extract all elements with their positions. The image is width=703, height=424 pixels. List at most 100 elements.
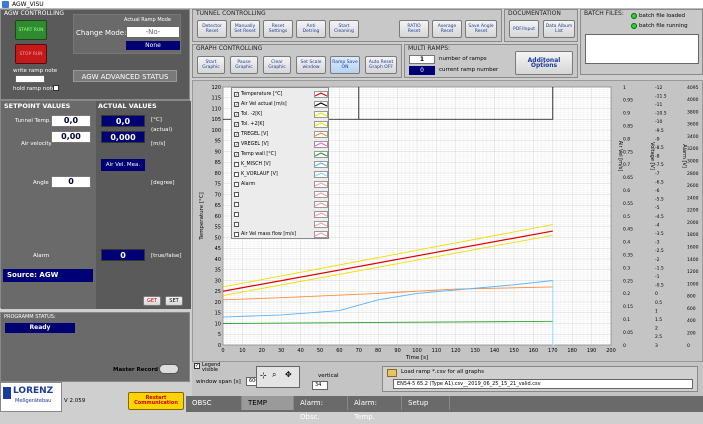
legend-item[interactable]: K_VORLAUF [V] (232, 170, 328, 179)
stop-run-button[interactable]: STOP RUN (15, 44, 47, 64)
master-record-toggle[interactable] (159, 364, 179, 374)
legend-item[interactable]: ✓ Temp wall [°C] (232, 150, 328, 159)
air-vel-axis-tick: 0.6 (623, 188, 630, 194)
hold-ramp-note-checkbox[interactable] (53, 85, 59, 91)
y-tick-label: 75 (215, 182, 221, 188)
air-vel-axis-tick: 0.05 (623, 330, 633, 336)
legend-swatch (314, 91, 328, 98)
ratio-reset-button[interactable]: RATIO Reset (399, 20, 429, 38)
voltage-axis-tick: -6 (655, 188, 660, 194)
angle-label: Angle (33, 180, 49, 186)
batch-file-list[interactable] (585, 34, 699, 64)
folder-icon[interactable] (387, 369, 397, 377)
air-vel-axis-tick: 0.25 (623, 278, 633, 284)
ramp-save-toggle[interactable]: Ramp Save ON (330, 56, 360, 74)
tab-obsc[interactable]: OBSC (186, 396, 242, 410)
legend-item[interactable]: ✓ Tol. -2[K] (232, 110, 328, 119)
angle-input[interactable]: 0 (51, 176, 91, 188)
air-vel-axis-tick: 0.55 (623, 201, 633, 207)
number-of-ramps-input[interactable]: 1 (409, 55, 435, 64)
legend-swatch (314, 191, 328, 198)
legend-checkbox[interactable]: ✓ (234, 152, 239, 157)
legend-item[interactable] (232, 210, 328, 219)
tab-alarm-temp[interactable]: Alarm: Temp. (348, 396, 402, 421)
data-album-list-button[interactable]: Data Album List (543, 20, 575, 38)
legend-item[interactable]: ✓ VREGEL [V] (232, 140, 328, 149)
air-vel-axis-tick: 0.75 (623, 149, 633, 155)
start-cleaning-button[interactable]: Start Cleaning (329, 20, 359, 38)
save-angle-reset-button[interactable]: Save Angle Reset (465, 20, 497, 38)
number-of-ramps-label: number of ramps (439, 56, 487, 62)
legend-item[interactable]: ✓ Temperature [°C] (232, 90, 328, 99)
legend-item[interactable]: ✓ TREGEL [V] (232, 130, 328, 139)
auto-reset-graph-toggle[interactable]: Auto Reset Graph OFF (365, 56, 397, 74)
actual-label: (actual) (151, 127, 173, 133)
legend-checkbox[interactable]: ✓ (234, 122, 239, 127)
legend-item[interactable]: Air Vel mass flow [m/s] (232, 230, 328, 239)
legend-checkbox[interactable] (234, 222, 239, 227)
window-title: AGW_VISU (12, 1, 44, 8)
legend-checkbox[interactable]: ✓ (234, 92, 239, 97)
legend-item[interactable]: K_MISCH [V] (232, 160, 328, 169)
legend-checkbox[interactable] (234, 232, 239, 237)
set-button[interactable]: SET (165, 296, 183, 306)
legend-checkbox[interactable] (234, 182, 239, 187)
air-vel-mea-button[interactable]: Air Vel. Mea. (101, 159, 145, 171)
actual-alarm-display: 0 (101, 249, 145, 261)
advanced-status-button[interactable]: AGW ADVANCED STATUS (73, 70, 177, 82)
window-span-label: window span [s] (196, 379, 241, 385)
legend-checkbox[interactable]: ✓ (234, 142, 239, 147)
legend-item[interactable] (232, 190, 328, 199)
legend-label: Tol. -2[K] (241, 112, 263, 117)
legend-checkbox[interactable] (234, 192, 239, 197)
write-ramp-note-label: write ramp note (13, 68, 58, 74)
pause-graphic-button[interactable]: Pause Graphic (230, 56, 258, 74)
legend-visible-checkbox[interactable]: ✓ (194, 363, 200, 369)
start-run-button[interactable]: START RUN (15, 20, 47, 40)
legend-item[interactable] (232, 200, 328, 209)
ramp-file-path[interactable]: EN54-5 65.2 (Type A1).csv__2019_06_25_15… (393, 379, 693, 389)
chart-panel: 0 10 20 30 40 50 60 70 80 90 100 110 120 130 140 150 160… (192, 80, 703, 362)
legend-checkbox[interactable] (234, 202, 239, 207)
mode-select[interactable]: -No- (126, 26, 180, 38)
legend-item[interactable] (232, 220, 328, 229)
legend-item[interactable]: Alarm (232, 180, 328, 189)
zoom-tool-icon[interactable]: ⌕ (272, 370, 276, 380)
legend-item[interactable]: ✓ Air Vel actual [m/s] (232, 100, 328, 109)
tab-setup[interactable]: Setup (402, 396, 450, 410)
average-reset-button[interactable]: Average Reset (432, 20, 462, 38)
legend-checkbox[interactable] (234, 162, 239, 167)
set-scale-window-button[interactable]: Set Scale window (296, 56, 326, 74)
cursor-tool-icon[interactable]: ⊹ (260, 371, 267, 380)
reset-settings-button[interactable]: Reset Settings (263, 20, 293, 38)
manually-set-reset-button[interactable]: Manually Set Reset (230, 20, 260, 38)
degree-unit: [degree] (151, 180, 175, 186)
additional-options-button[interactable]: Additonal Options (515, 51, 573, 75)
anti-detring-button[interactable]: Anti Detring (296, 20, 326, 38)
tab-temp[interactable]: TEMP (242, 396, 294, 410)
legend-checkbox[interactable]: ✓ (234, 112, 239, 117)
clear-graphic-button[interactable]: Clear Graphic (263, 56, 291, 74)
logo-mark-icon (3, 387, 11, 399)
alarm-axis-tick: 400 (687, 318, 696, 324)
alarm-unit: [true/false] (151, 253, 182, 259)
alarm-axis-tick: 2600 (687, 183, 699, 189)
restart-communication-button[interactable]: Restart Communication (128, 392, 184, 410)
vertical-input[interactable]: 34 (312, 381, 328, 390)
pdf-input-button[interactable]: PDF/Input (509, 20, 539, 38)
start-graphic-button[interactable]: Start Graphic (197, 56, 225, 74)
tab-alarm-obsc[interactable]: Alarm: Obsc. (294, 396, 348, 421)
legend-checkbox[interactable] (234, 212, 239, 217)
detector-reset-button[interactable]: Detector Reset (197, 20, 227, 38)
air-velocity-input[interactable]: 0,00 (51, 131, 91, 143)
get-button[interactable]: GET (143, 296, 161, 306)
ramp-note-input[interactable] (15, 75, 45, 83)
pan-tool-icon[interactable]: ✥ (285, 370, 292, 379)
version-label: V 2.059 (64, 398, 86, 404)
legend-checkbox[interactable] (234, 172, 239, 177)
tunnel-temp-input[interactable]: 0,0 (51, 115, 91, 127)
voltage-axis-tick: -0.5 (655, 283, 664, 289)
legend-checkbox[interactable]: ✓ (234, 102, 239, 107)
legend-item[interactable]: ✓ Tol. +2[K] (232, 120, 328, 129)
legend-checkbox[interactable]: ✓ (234, 132, 239, 137)
